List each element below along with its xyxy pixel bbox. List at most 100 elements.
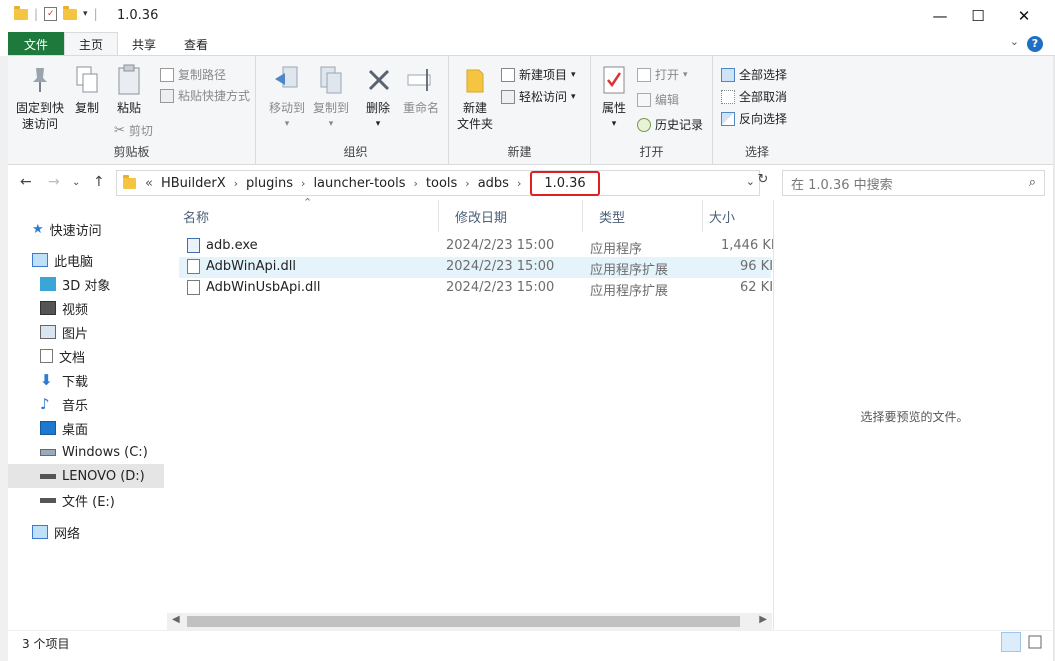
new-folder-quick-icon[interactable] xyxy=(63,5,78,20)
invert-selection-button[interactable]: 反向选择 xyxy=(721,110,787,127)
breadcrumb-adbs[interactable]: adbs xyxy=(473,176,514,191)
close-button[interactable]: ✕ xyxy=(1001,0,1047,32)
clipboard-group-label: 剪贴板 xyxy=(113,145,150,159)
nav-item-downloads[interactable]: ⬇ 下载 xyxy=(8,368,164,392)
new-item-button[interactable]: 新建项目 ▾ xyxy=(501,66,576,83)
file-size: 96 KI xyxy=(740,259,774,274)
back-arrow-icon[interactable]: ← xyxy=(20,174,32,190)
breadcrumb-chevron-icon[interactable]: › xyxy=(514,177,524,190)
details-view-icon[interactable] xyxy=(1001,632,1021,652)
nav-item-drive-e[interactable]: 文件 (E:) xyxy=(8,488,164,512)
breadcrumb-chevron-icon[interactable]: › xyxy=(298,177,308,190)
pin-quick-access-button[interactable]: 固定到快 速访问 xyxy=(14,64,66,132)
copy-path-button[interactable]: 复制路径 xyxy=(160,66,226,83)
breadcrumb-hbuilderx[interactable]: HBuilderX xyxy=(156,176,231,191)
column-header-name[interactable]: 名称 xyxy=(167,200,439,232)
column-header-size[interactable]: 大小 xyxy=(703,200,772,232)
refresh-icon[interactable]: ↻ xyxy=(753,172,773,192)
breadcrumb-current-highlighted[interactable]: 1.0.36 xyxy=(530,170,600,196)
column-header-type[interactable]: 类型 xyxy=(583,200,703,232)
tab-share[interactable]: 共享 xyxy=(118,32,170,56)
easy-access-dropdown-icon: ▾ xyxy=(571,91,576,102)
breadcrumb-chevron-icon[interactable]: › xyxy=(231,177,241,190)
nav-label: 下载 xyxy=(62,374,89,390)
open-group: 属性 ▾ 打开 ▾ 编辑 历史记录 打开 xyxy=(591,56,713,164)
forward-arrow-icon[interactable]: → xyxy=(48,174,60,190)
ribbon-collapse-icon[interactable]: ⌄ xyxy=(1010,35,1019,48)
scrollbar-thumb[interactable] xyxy=(187,616,740,627)
cut-button[interactable]: ✂ 剪切 xyxy=(114,122,153,139)
breadcrumb-plugins[interactable]: plugins xyxy=(241,176,298,191)
copy-button[interactable]: 复制 xyxy=(70,64,104,116)
breadcrumb-chevron-icon[interactable]: › xyxy=(410,177,420,190)
properties-button[interactable]: 属性 ▾ xyxy=(597,64,631,132)
address-bar[interactable]: « HBuilderX › plugins › launcher-tools ›… xyxy=(116,170,760,196)
edit-button[interactable]: 编辑 xyxy=(637,91,679,108)
nav-label: Windows (C:) xyxy=(62,444,148,460)
open-button[interactable]: 打开 ▾ xyxy=(637,66,688,83)
move-to-button[interactable]: 移动到 ▾ xyxy=(267,64,307,132)
nav-item-quick-access[interactable]: ★ 快速访问 xyxy=(8,217,164,241)
nav-label: 文档 xyxy=(59,350,86,366)
rename-button[interactable]: 重命名 xyxy=(401,64,441,116)
pin-label-line2: 速访问 xyxy=(21,117,58,131)
search-icon: ⌕ xyxy=(1028,175,1036,190)
paste-shortcut-button[interactable]: 粘贴快捷方式 xyxy=(160,87,250,104)
up-arrow-icon[interactable]: ↑ xyxy=(93,174,105,190)
pin-icon xyxy=(24,64,56,96)
pin-label-line1: 固定到快 xyxy=(15,101,64,115)
nav-item-documents[interactable]: 文档 xyxy=(8,344,164,368)
search-box[interactable]: 在 1.0.36 中搜索 ⌕ xyxy=(782,170,1045,196)
nav-item-this-pc[interactable]: 此电脑 xyxy=(8,248,164,272)
nav-item-drive-d[interactable]: LENOVO (D:) xyxy=(8,464,164,488)
file-type: 应用程序扩展 xyxy=(590,263,669,278)
history-button[interactable]: 历史记录 xyxy=(637,116,703,133)
tab-home[interactable]: 主页 xyxy=(64,32,119,56)
new-folder-button[interactable]: 新建 文件夹 xyxy=(455,64,495,132)
scroll-right-icon[interactable]: ▶ xyxy=(759,614,767,625)
paste-shortcut-icon xyxy=(160,88,174,103)
new-folder-icon xyxy=(459,64,491,96)
breadcrumb-launcher-tools[interactable]: launcher-tools xyxy=(308,176,410,191)
easy-access-button[interactable]: 轻松访问 ▾ xyxy=(501,88,576,105)
scroll-left-icon[interactable]: ◀ xyxy=(172,614,180,625)
nav-item-desktop[interactable]: 桌面 xyxy=(8,416,164,440)
file-row[interactable]: AdbWinApi.dll 2024/2/23 15:00 应用程序扩展 96 … xyxy=(179,257,774,278)
breadcrumb-tools[interactable]: tools xyxy=(421,176,462,191)
paste-button[interactable]: 粘贴 xyxy=(110,64,148,116)
maximize-button[interactable]: ☐ xyxy=(955,0,1001,32)
copy-path-label: 复制路径 xyxy=(178,68,227,82)
select-group: 全部选择 全部取消 反向选择 选择 xyxy=(713,56,801,164)
large-icons-view-icon[interactable] xyxy=(1025,632,1045,652)
help-icon[interactable]: ? xyxy=(1027,36,1043,52)
select-none-icon xyxy=(721,89,735,104)
delete-dropdown-icon: ▾ xyxy=(375,119,381,129)
customize-dropdown-icon[interactable]: ▾ xyxy=(83,9,88,19)
nav-item-music[interactable]: ♪ 音乐 xyxy=(8,392,164,416)
nav-label: 网络 xyxy=(54,526,81,542)
background-window-edge xyxy=(0,56,8,661)
copy-to-button[interactable]: 复制到 ▾ xyxy=(311,64,351,132)
file-row[interactable]: adb.exe 2024/2/23 15:00 应用程序 1,446 KI xyxy=(179,236,775,257)
delete-button[interactable]: 删除 ▾ xyxy=(363,64,393,132)
horizontal-scrollbar[interactable]: ◀ ▶ xyxy=(167,613,772,630)
select-none-button[interactable]: 全部取消 xyxy=(721,88,787,105)
tab-view[interactable]: 查看 xyxy=(170,32,222,56)
new-item-dropdown-icon: ▾ xyxy=(571,69,576,80)
nav-item-videos[interactable]: 视频 xyxy=(8,296,164,320)
nav-item-network[interactable]: 网络 xyxy=(8,520,164,544)
properties-quick-icon[interactable]: ✓ xyxy=(44,7,58,21)
column-header-date[interactable]: 修改日期 xyxy=(439,200,583,232)
nav-item-3d-objects[interactable]: 3D 对象 xyxy=(8,272,164,296)
tab-file[interactable]: 文件 xyxy=(8,32,65,56)
file-row[interactable]: AdbWinUsbApi.dll 2024/2/23 15:00 应用程序扩展 … xyxy=(179,278,773,299)
rename-icon xyxy=(405,64,437,96)
nav-item-drive-c[interactable]: Windows (C:) xyxy=(8,440,164,464)
breadcrumb-overflow[interactable]: « xyxy=(142,176,156,191)
select-all-button[interactable]: 全部选择 xyxy=(721,66,787,83)
breadcrumb-chevron-icon[interactable]: › xyxy=(462,177,472,190)
properties-icon xyxy=(598,64,630,96)
recent-locations-chevron-icon[interactable]: ⌄ xyxy=(72,177,80,188)
preview-message: 选择要预览的文件。 xyxy=(860,410,969,424)
nav-item-pictures[interactable]: 图片 xyxy=(8,320,164,344)
